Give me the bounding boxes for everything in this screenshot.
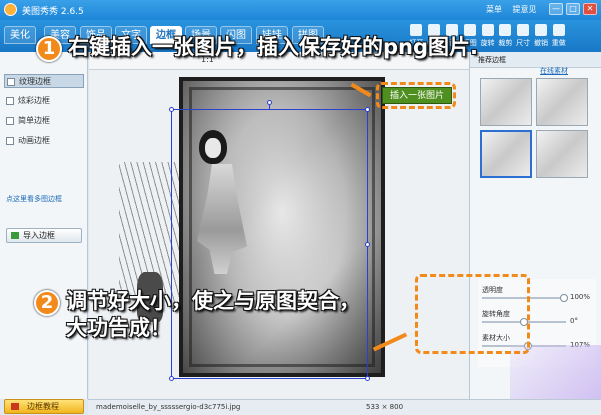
frame-thumbnail[interactable] — [536, 78, 588, 126]
category-simple-frame[interactable]: 简单边框 — [4, 114, 84, 128]
category-icon — [7, 78, 15, 86]
app-title: 美图秀秀 2.6.5 — [22, 7, 84, 17]
app-logo-icon — [4, 3, 17, 16]
close-button[interactable]: ✕ — [583, 3, 597, 15]
step-2-instruction: 调节好大小，使之与原图契合，大功告成！ — [66, 289, 360, 340]
minimize-button[interactable]: — — [549, 3, 563, 15]
online-material-link[interactable]: 在线素材 — [540, 66, 568, 76]
maximize-button[interactable]: □ — [566, 3, 580, 15]
category-texture-frame[interactable]: 纹理边框 — [4, 74, 84, 88]
opacity-slider-knob[interactable] — [560, 294, 568, 302]
window-controls: — □ ✕ — [549, 3, 597, 15]
status-bar: mademoiselle_by_sssssergio-d3c775i.jpg 5… — [88, 399, 601, 415]
import-icon — [11, 232, 19, 239]
resize-handle-top-right[interactable] — [365, 107, 370, 112]
step-1-badge: 1 — [36, 36, 62, 62]
tutorial-icon — [11, 403, 19, 410]
frame-thumbnail[interactable] — [480, 78, 532, 126]
undo-tool[interactable]: 撤销 — [533, 24, 550, 48]
redo-tool[interactable]: 重做 — [550, 24, 567, 48]
frame-category-panel: 纹理边框 炫彩边框 简单边框 动画边框 点这里看多图边框 导入边框 — [0, 52, 88, 399]
resize-tool[interactable]: 尺寸 — [515, 24, 532, 48]
step-2-badge: 2 — [34, 290, 60, 316]
frame-tutorial-button[interactable]: 边框教程 — [4, 399, 84, 414]
category-icon — [6, 137, 14, 145]
crop-tool[interactable]: 裁剪 — [497, 24, 514, 48]
more-frames-link[interactable]: 点这里看多图边框 — [6, 194, 62, 204]
insert-image-menu-item[interactable]: 插入一张图片 — [382, 87, 452, 104]
resize-icon — [517, 24, 530, 36]
import-frame-button[interactable]: 导入边框 — [6, 228, 82, 243]
undo-icon — [534, 24, 547, 36]
title-links: 菜单 提意见 — [486, 4, 545, 15]
rotate-handle[interactable] — [267, 100, 272, 105]
adjust-highlight-box — [415, 274, 530, 354]
resize-handle-bottom-left[interactable] — [169, 376, 174, 381]
status-image-size: 533 × 800 — [366, 403, 404, 411]
frame-thumbnail-selected[interactable] — [480, 130, 532, 178]
category-animated-frame[interactable]: 动画边框 — [4, 134, 84, 148]
redo-icon — [552, 24, 565, 36]
frame-thumbnail[interactable] — [536, 130, 588, 178]
title-bar: 美图秀秀 2.6.5 菜单 提意见 — □ ✕ — [0, 0, 601, 20]
category-icon — [6, 117, 14, 125]
menu-link[interactable]: 菜单 — [486, 5, 502, 14]
resize-handle-top-left[interactable] — [169, 107, 174, 112]
resize-handle-right[interactable] — [365, 242, 370, 247]
status-filename: mademoiselle_by_sssssergio-d3c775i.jpg — [96, 403, 241, 411]
crop-icon — [499, 24, 512, 36]
feedback-link[interactable]: 提意见 — [513, 5, 537, 14]
resize-handle-bottom-right[interactable] — [365, 376, 370, 381]
step-1-instruction: 右键插入一张图片，插入保存好的png图片. — [68, 35, 478, 59]
category-colorful-frame[interactable]: 炫彩边框 — [4, 94, 84, 108]
category-icon — [6, 97, 14, 105]
tab-beautify[interactable]: 美化 — [4, 26, 36, 44]
